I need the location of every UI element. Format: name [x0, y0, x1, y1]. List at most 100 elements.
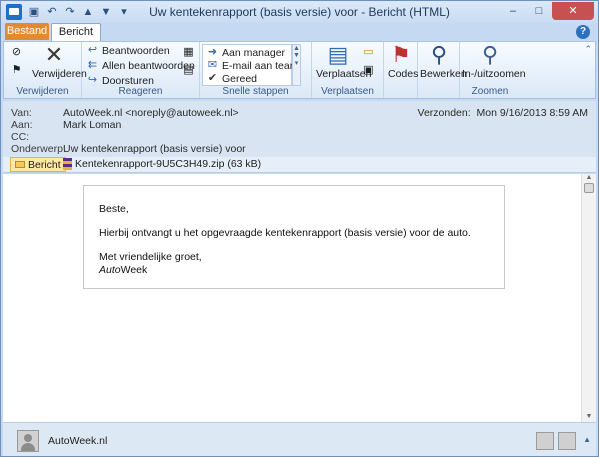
- team-email-icon: ✉: [207, 59, 218, 71]
- to-manager-icon: ➜: [207, 46, 218, 58]
- message-header: Van: AutoWeek.nl <noreply@autoweek.nl> Ve…: [3, 101, 596, 157]
- reply-all-label: Allen beantwoorden: [102, 59, 195, 72]
- vertical-scrollbar[interactable]: ▲ ▼: [581, 174, 596, 422]
- zoom-button[interactable]: In-/uitzoomen: [462, 68, 526, 80]
- minimize-button[interactable]: –: [500, 2, 526, 20]
- ignore-icon: ⊘: [11, 46, 22, 58]
- quick-step-done[interactable]: ✔ Gereed: [206, 72, 257, 85]
- message-body[interactable]: Beste, Hierbij ontvangt u het opgevraagd…: [3, 174, 596, 422]
- attachment-bar: Bericht Kentekenrapport-9U5C3H49.zip (63…: [3, 157, 596, 173]
- group-label-delete: Verwijderen: [16, 86, 69, 97]
- signature-brand-rest: Week: [120, 264, 148, 276]
- envelope-icon: [15, 161, 25, 168]
- flag-icon: ⚑: [391, 42, 411, 67]
- scroll-up-icon[interactable]: ▲: [584, 174, 594, 181]
- group-label-respond: Reageren: [118, 86, 163, 97]
- rules-button[interactable]: ▭: [362, 46, 375, 59]
- contact-avatar-small[interactable]: [558, 432, 576, 450]
- window-controls: – □ ✕: [500, 2, 594, 20]
- greeting: Beste,: [99, 203, 129, 215]
- codes-button[interactable]: Codes: [388, 68, 418, 80]
- header-sent: Verzonden: Mon 9/16/2013 8:59 AM: [418, 107, 588, 119]
- move-icon: ▤: [327, 42, 349, 67]
- scroll-top-icon[interactable]: [584, 183, 594, 193]
- actions-icon: ▣: [363, 64, 374, 76]
- header-from: Van: AutoWeek.nl <noreply@autoweek.nl>: [11, 107, 239, 119]
- ignore-button[interactable]: ⊘: [10, 46, 23, 59]
- cc-label: CC:: [11, 131, 30, 143]
- zoom-icon: ⚲: [481, 42, 499, 67]
- header-to: Aan: Mark Loman: [11, 119, 121, 131]
- message-content-box: Beste, Hierbij ontvangt u het opgevraagd…: [83, 185, 505, 289]
- reply-all-button[interactable]: ⇇ Allen beantwoorden: [86, 59, 195, 72]
- meeting-icon: ▦: [183, 46, 194, 58]
- rules-icon: ▭: [363, 46, 374, 58]
- checkmark-icon: ✔: [207, 72, 218, 84]
- to-label: Aan:: [11, 119, 33, 131]
- reply-icon: ↩: [87, 44, 98, 56]
- message-view-button[interactable]: Bericht: [10, 157, 66, 172]
- sent-value: Mon 9/16/2013 8:59 AM: [476, 107, 589, 119]
- people-pane: AutoWeek.nl ▲: [3, 422, 596, 456]
- help-icon[interactable]: ?: [576, 25, 590, 39]
- attachment-filename: Kentekenrapport-9U5C3H49.zip (63 kB): [75, 158, 262, 170]
- group-label-quick-steps: Snelle stappen: [222, 86, 289, 97]
- actions-button[interactable]: ▣: [362, 64, 375, 77]
- subject-label: Onderwerp:: [11, 143, 66, 155]
- junk-button[interactable]: ⚑: [10, 64, 23, 77]
- more-respond-button[interactable]: ▤: [182, 64, 195, 77]
- group-edit: ⚲ Bewerken: [418, 42, 467, 98]
- more-icon: ▤: [183, 64, 194, 76]
- sent-label: Verzonden:: [417, 107, 471, 119]
- quick-steps-gallery: ➜ Aan manager ✉ E-mail aan team ✔ Gereed: [202, 44, 298, 86]
- body-text: Hierbij ontvangt u het opgevraagde kente…: [99, 227, 471, 239]
- group-respond: ↩ Beantwoorden ⇇ Allen beantwoorden ↪ Doors…: [82, 42, 200, 98]
- quick-step-label: Gereed: [222, 72, 258, 85]
- quick-step-to-manager[interactable]: ➜ Aan manager: [206, 46, 285, 59]
- collapse-ribbon-icon[interactable]: ⌃: [584, 44, 592, 55]
- attachment-zip[interactable]: Kentekenrapport-9U5C3H49.zip (63 kB): [63, 158, 261, 170]
- closing: Met vriendelijke groet,: [99, 251, 202, 263]
- ribbon: ⊘ ⚑ ✕ Verwijderen Verwijderen ↩ Beantwoor…: [3, 41, 596, 99]
- maximize-button[interactable]: □: [526, 2, 552, 20]
- quick-steps-scroll[interactable]: ▲ ▼ ▾: [292, 44, 301, 86]
- delete-button[interactable]: Verwijderen: [32, 68, 87, 80]
- people-pane-name[interactable]: AutoWeek.nl: [48, 435, 107, 447]
- tab-file[interactable]: Bestand: [5, 23, 49, 40]
- expand-people-pane-icon[interactable]: ▲: [583, 435, 591, 444]
- header-subject: Onderwerp:Uw kentekenrapport (basis vers…: [11, 143, 246, 155]
- group-move: ▤ Verplaatsen ▭ ▣ Verplaatsen: [312, 42, 384, 98]
- binoculars-icon: ⚲: [430, 42, 448, 67]
- from-value[interactable]: AutoWeek.nl <noreply@autoweek.nl>: [63, 107, 239, 119]
- title-bar: ▣ ↶ ↷ ▲ ▼ ▾ Uw kentekenrapport (basis ve…: [1, 1, 598, 23]
- signature-brand-italic: Auto: [99, 264, 121, 276]
- ribbon-tabs: Bestand Bericht ?: [1, 23, 598, 41]
- reply-button[interactable]: ↩ Beantwoorden: [86, 44, 170, 57]
- group-tags: ⚑ Codes: [384, 42, 418, 98]
- reply-label: Beantwoorden: [102, 44, 170, 57]
- close-button[interactable]: ✕: [552, 2, 594, 20]
- header-cc: CC:: [11, 131, 63, 143]
- from-label: Van:: [11, 107, 32, 119]
- zip-archive-icon: [63, 158, 72, 170]
- group-label-move: Verplaatsen: [321, 86, 374, 97]
- group-quick-steps: ➜ Aan manager ✉ E-mail aan team ✔ Gereed ▲ ▼…: [200, 42, 312, 98]
- forward-label: Doorsturen: [102, 74, 154, 87]
- signature: AutoWeek: [99, 264, 504, 277]
- quick-step-team-email[interactable]: ✉ E-mail aan team: [206, 59, 299, 72]
- reply-all-icon: ⇇: [87, 59, 98, 71]
- delete-icon: ✕: [44, 42, 64, 67]
- scroll-down-icon[interactable]: ▼: [584, 413, 594, 420]
- outlook-message-window: ▣ ↶ ↷ ▲ ▼ ▾ Uw kentekenrapport (basis ve…: [0, 0, 599, 457]
- to-value[interactable]: Mark Loman: [63, 119, 121, 131]
- contact-avatar-small[interactable]: [536, 432, 554, 450]
- junk-icon: ⚑: [11, 64, 22, 76]
- quick-step-label: Aan manager: [222, 46, 286, 59]
- group-delete: ⊘ ⚑ ✕ Verwijderen Verwijderen: [4, 42, 87, 98]
- tab-message[interactable]: Bericht: [51, 23, 101, 41]
- group-label-zoom: Zoomen: [471, 86, 509, 97]
- contact-avatar[interactable]: [17, 430, 39, 452]
- meeting-reply-button[interactable]: ▦: [182, 46, 195, 59]
- quick-step-label: E-mail aan team: [222, 59, 299, 72]
- group-zoom: ⚲ In-/uitzoomen Zoomen: [460, 42, 526, 98]
